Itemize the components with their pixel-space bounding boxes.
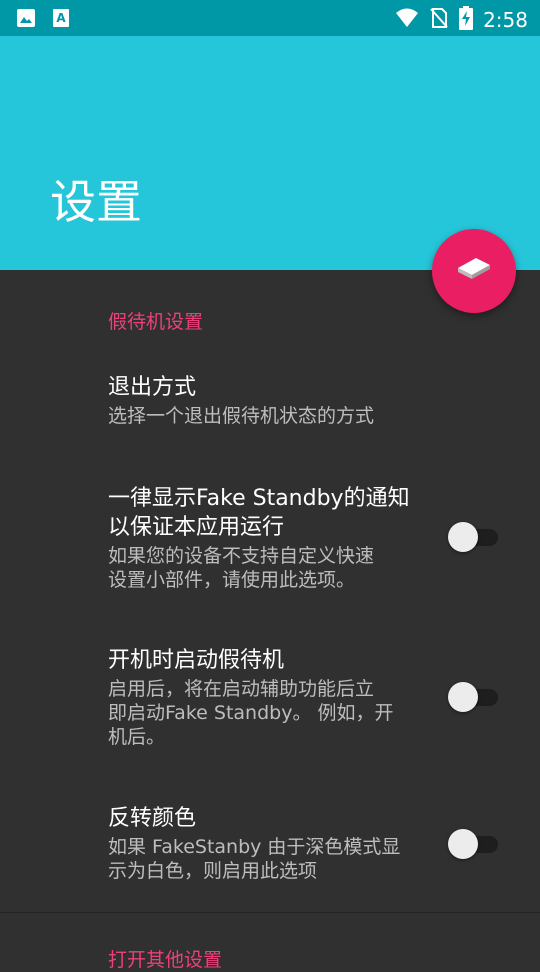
clock-time: 2:58 — [483, 8, 528, 32]
pref-summary: 如果您的设备不支持自定义快速 设置小部件，请使用此选项。 — [108, 544, 420, 592]
pref-summary-line: 启用后，将在启动辅助功能后立 — [108, 678, 375, 700]
page-title: 设置 — [50, 175, 142, 229]
text-icon: A — [52, 8, 70, 32]
pref-title: 开机时启动假待机 — [108, 648, 285, 673]
invert-colors-toggle-switch[interactable] — [448, 829, 500, 859]
pref-title: 反转颜色 — [108, 806, 197, 831]
pref-invert-colors[interactable]: 反转颜色 如果 FakeStanby 由于深色模式显 示为白色，则启用此选项 — [108, 804, 420, 883]
pref-summary: 如果 FakeStanby 由于深色模式显 示为白色，则启用此选项 — [108, 835, 420, 883]
pref-title-line: 一律显示Fake Standby的通知 — [108, 486, 410, 511]
divider — [0, 912, 540, 913]
switch-thumb — [448, 829, 478, 859]
pref-summary-line: 如果您的设备不支持自定义快速 — [108, 545, 375, 567]
battery-charging-icon — [459, 6, 474, 34]
no-sim-icon — [429, 7, 449, 33]
pref-summary-line: 即启动Fake Standby。 例如，开 — [108, 702, 394, 724]
pref-start-on-boot[interactable]: 开机时启动假待机 启用后，将在启动辅助功能后立 即启动Fake Standby。… — [108, 646, 420, 749]
boot-toggle-switch[interactable] — [448, 682, 500, 712]
pref-summary-line: 示为白色，则启用此选项 — [108, 860, 318, 882]
svg-text:A: A — [56, 11, 66, 25]
image-icon — [16, 8, 36, 32]
switch-thumb — [448, 522, 478, 552]
category-open-other-settings: 打开其他设置 — [108, 949, 223, 971]
status-bar: A 2:58 — [0, 0, 540, 36]
pref-summary: 启用后，将在启动辅助功能后立 即启动Fake Standby。 例如，开 机后。 — [108, 677, 420, 749]
pref-exit-method[interactable]: 退出方式 选择一个退出假待机状态的方式 — [108, 373, 420, 428]
pref-title-line: 以保证本应用运行 — [108, 515, 285, 540]
pref-title: 退出方式 — [108, 375, 197, 400]
pref-always-show-notification[interactable]: 一律显示Fake Standby的通知 以保证本应用运行 如果您的设备不支持自定… — [108, 484, 420, 592]
wifi-icon — [395, 7, 419, 33]
pref-summary-line: 机后。 — [108, 726, 166, 748]
standby-icon — [454, 254, 494, 288]
notification-toggle-switch[interactable] — [448, 522, 500, 552]
standby-fab-button[interactable] — [432, 229, 516, 313]
category-standby-settings: 假待机设置 — [108, 311, 204, 333]
pref-summary-line: 设置小部件，请使用此选项。 — [108, 569, 356, 591]
pref-summary-line: 如果 FakeStanby 由于深色模式显 — [108, 836, 401, 858]
switch-thumb — [448, 682, 478, 712]
pref-title: 一律显示Fake Standby的通知 以保证本应用运行 — [108, 484, 420, 542]
pref-summary: 选择一个退出假待机状态的方式 — [108, 405, 375, 427]
